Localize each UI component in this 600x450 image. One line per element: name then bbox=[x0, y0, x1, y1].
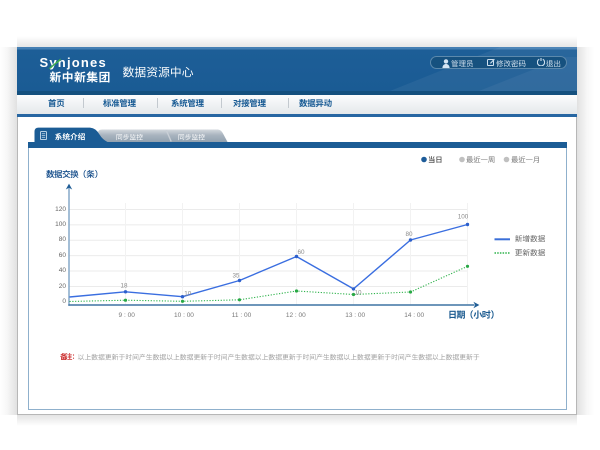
svg-text:10: 10 bbox=[184, 290, 192, 297]
svg-text:60: 60 bbox=[298, 249, 306, 256]
svg-text:10: 10 bbox=[355, 289, 363, 296]
svg-text:100: 100 bbox=[458, 213, 469, 220]
svg-text:35: 35 bbox=[233, 273, 241, 280]
svg-text:18: 18 bbox=[121, 282, 129, 289]
svg-text:80: 80 bbox=[406, 231, 414, 238]
